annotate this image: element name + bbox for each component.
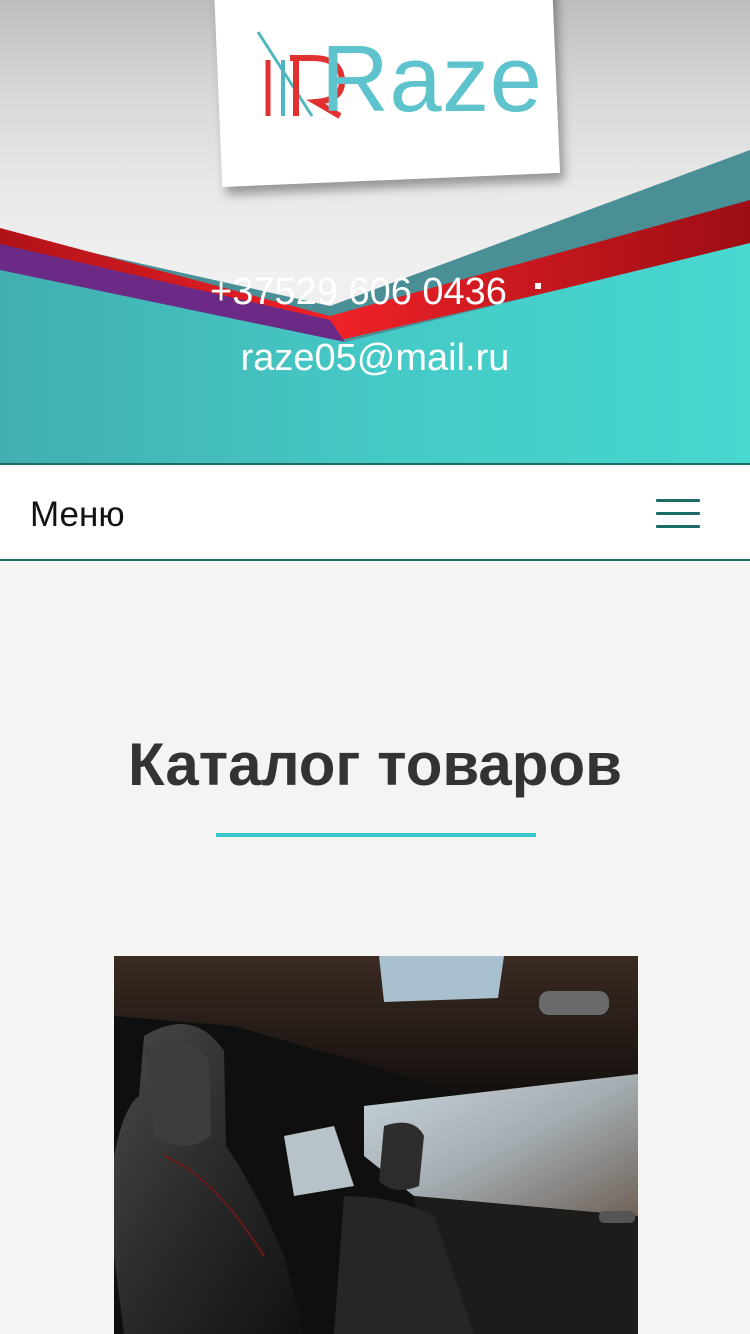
- page-title: Каталог товаров: [127, 731, 622, 798]
- hamburger-line: [656, 525, 700, 528]
- phone-number[interactable]: +37529 606 0436: [0, 270, 717, 314]
- menu-hamburger-icon[interactable]: [656, 499, 700, 529]
- email-address[interactable]: raze05@mail.ru: [0, 336, 750, 380]
- logo-text[interactable]: Raze: [321, 32, 542, 126]
- site-header: Raze +37529 606 0436 raze05@mail.ru: [0, 0, 750, 463]
- car-interior-image: [114, 956, 638, 1334]
- contact-separator: [535, 283, 541, 289]
- title-underline: [216, 833, 536, 837]
- menu-bar: Меню: [0, 463, 750, 561]
- hamburger-line: [656, 499, 700, 502]
- hamburger-line: [656, 512, 700, 515]
- product-image-car-seats[interactable]: [114, 956, 638, 1334]
- menu-label[interactable]: Меню: [30, 495, 125, 535]
